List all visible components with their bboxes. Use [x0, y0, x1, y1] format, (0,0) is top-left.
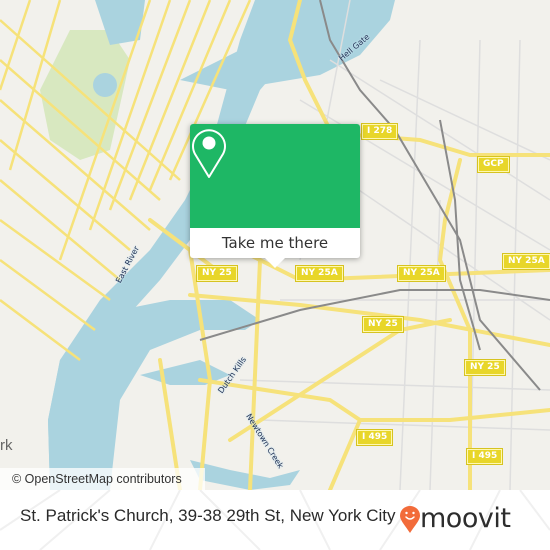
map-view[interactable]: I 278 GCP NY 25 NY 25A NY 25A NY 25A NY … [0, 0, 550, 490]
highway-shield-i495: I 495 [357, 430, 393, 445]
highway-shield-ny25a: NY 25A [503, 254, 550, 269]
popup-header [190, 124, 360, 228]
east-river-south [48, 300, 260, 490]
highway-shield-ny25: NY 25 [465, 360, 505, 375]
park-lake [93, 73, 117, 97]
take-me-there-button[interactable]: Take me there [190, 228, 360, 258]
popup-pointer [265, 258, 285, 268]
highway-shield-ny25: NY 25 [197, 266, 237, 281]
highway-shield-ny25a: NY 25A [398, 266, 445, 281]
map-attribution[interactable]: © OpenStreetMap contributors [0, 468, 205, 490]
location-popup[interactable]: Take me there [190, 124, 360, 268]
highway-shield-i278: I 278 [362, 124, 398, 139]
moovit-smiley-pin-icon [400, 506, 420, 533]
place-label-fragment: rk [0, 437, 13, 454]
highway-shield-ny25a: NY 25A [296, 266, 343, 281]
highway-shield-gcp: GCP [478, 157, 509, 172]
footer-bar: St. Patrick's Church, 39-38 29th St, New… [0, 490, 550, 550]
moovit-wordmark: moovit [420, 503, 511, 534]
highway-shield-ny25: NY 25 [363, 317, 403, 332]
highway-shield-i495: I 495 [467, 449, 503, 464]
moovit-logo[interactable]: moovit [400, 502, 540, 538]
location-pin-icon [192, 129, 226, 178]
place-name: St. Patrick's Church, 39-38 29th St, New… [20, 506, 396, 525]
